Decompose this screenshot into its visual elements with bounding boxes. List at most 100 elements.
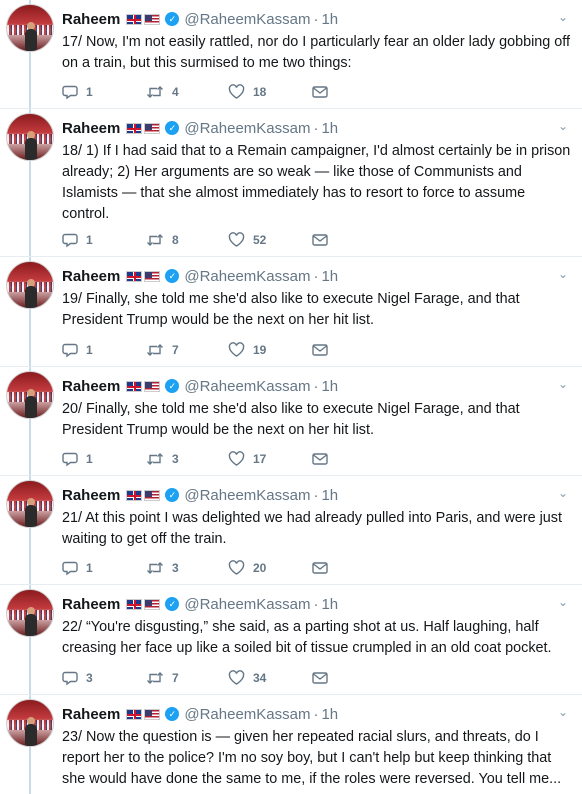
retweet-icon (147, 562, 163, 574)
direct-message-button[interactable] (312, 671, 332, 685)
like-count: 34 (253, 671, 267, 685)
tweet[interactable]: Raheem ✓ @RaheemKassam · 1h ⌄ 18/ 1) If … (0, 109, 582, 257)
separator-dot: · (313, 267, 319, 285)
tweet-timestamp[interactable]: 1h (321, 120, 338, 137)
retweet-icon (147, 234, 163, 246)
tweet-timestamp[interactable]: 1h (321, 487, 338, 504)
avatar[interactable] (6, 480, 54, 528)
retweet-icon (147, 453, 163, 465)
tweet-timestamp[interactable]: 1h (321, 378, 338, 395)
retweet-button[interactable]: 4 (146, 84, 228, 100)
reply-button[interactable]: 1 (62, 342, 146, 358)
author-handle[interactable]: @RaheemKassam (184, 120, 310, 137)
heart-icon (228, 670, 245, 685)
chevron-down-icon[interactable]: ⌄ (556, 486, 570, 500)
chevron-down-icon[interactable]: ⌄ (556, 267, 570, 281)
reply-button[interactable]: 1 (62, 451, 146, 467)
tweet-actions: 1 3 17 (62, 450, 332, 468)
tweet-timestamp[interactable]: 1h (321, 706, 338, 723)
retweet-count: 8 (172, 233, 179, 247)
author-handle[interactable]: @RaheemKassam (184, 378, 310, 395)
tweet[interactable]: Raheem ✓ @RaheemKassam · 1h ⌄ 17/ Now, I… (0, 0, 582, 109)
author-handle[interactable]: @RaheemKassam (184, 268, 310, 285)
reply-count: 1 (86, 233, 93, 247)
speech-bubble-icon (62, 452, 78, 467)
tweet[interactable]: Raheem ✓ @RaheemKassam · 1h ⌄ 19/ Finall… (0, 257, 582, 367)
retweet-icon (147, 86, 163, 98)
us-flag-icon (144, 380, 161, 392)
tweet[interactable]: Raheem ✓ @RaheemKassam · 1h ⌄ 22/ “You'r… (0, 585, 582, 695)
chevron-down-icon[interactable]: ⌄ (556, 119, 570, 133)
like-count: 18 (253, 85, 267, 99)
chevron-down-icon[interactable]: ⌄ (556, 705, 570, 719)
author-handle[interactable]: @RaheemKassam (184, 706, 310, 723)
direct-message-button[interactable] (312, 452, 332, 466)
tweet-timestamp[interactable]: 1h (321, 11, 338, 28)
avatar[interactable] (6, 589, 54, 637)
tweet-timestamp[interactable]: 1h (321, 268, 338, 285)
reply-button[interactable]: 1 (62, 232, 146, 248)
chevron-down-icon[interactable]: ⌄ (556, 10, 570, 24)
tweet-header: Raheem ✓ @RaheemKassam · 1h (62, 486, 338, 504)
author-name[interactable]: Raheem (62, 11, 120, 28)
retweet-button[interactable]: 8 (146, 232, 228, 248)
envelope-icon (312, 344, 328, 356)
avatar[interactable] (6, 261, 54, 309)
tweet[interactable]: Raheem ✓ @RaheemKassam · 1h ⌄ 20/ Finall… (0, 367, 582, 476)
like-count: 20 (253, 561, 267, 575)
like-button[interactable]: 17 (228, 451, 312, 467)
reply-button[interactable]: 3 (62, 670, 146, 686)
author-name[interactable]: Raheem (62, 487, 120, 504)
retweet-button[interactable]: 3 (146, 560, 228, 576)
verified-badge-icon: ✓ (165, 379, 180, 393)
direct-message-button[interactable] (312, 343, 332, 357)
author-name[interactable]: Raheem (62, 268, 120, 285)
avatar[interactable] (6, 371, 54, 419)
us-flag-icon (144, 489, 161, 501)
uk-flag-icon (126, 380, 143, 392)
author-name[interactable]: Raheem (62, 596, 120, 613)
like-button[interactable]: 52 (228, 232, 312, 248)
tweet-actions: 3 7 34 (62, 669, 332, 687)
like-button[interactable]: 34 (228, 670, 312, 686)
author-name[interactable]: Raheem (62, 120, 120, 137)
retweet-count: 4 (172, 85, 179, 99)
retweet-button[interactable]: 3 (146, 451, 228, 467)
like-button[interactable]: 20 (228, 560, 312, 576)
separator-dot: · (313, 119, 319, 137)
tweet-header: Raheem ✓ @RaheemKassam · 1h (62, 595, 338, 613)
speech-bubble-icon (62, 343, 78, 358)
like-button[interactable]: 18 (228, 84, 312, 100)
us-flag-icon (144, 13, 161, 25)
author-handle[interactable]: @RaheemKassam (184, 487, 310, 504)
like-button[interactable]: 19 (228, 342, 312, 358)
tweet[interactable]: Raheem ✓ @RaheemKassam · 1h ⌄ 21/ At thi… (0, 476, 582, 585)
avatar[interactable] (6, 4, 54, 52)
author-name[interactable]: Raheem (62, 706, 120, 723)
tweet-timestamp[interactable]: 1h (321, 596, 338, 613)
author-handle[interactable]: @RaheemKassam (184, 11, 310, 28)
direct-message-button[interactable] (312, 85, 332, 99)
direct-message-button[interactable] (312, 233, 332, 247)
uk-flag-icon (126, 13, 143, 25)
tweet[interactable]: Raheem ✓ @RaheemKassam · 1h ⌄ 23/ Now th… (0, 695, 582, 794)
author-name[interactable]: Raheem (62, 378, 120, 395)
retweet-count: 7 (172, 671, 179, 685)
heart-icon (228, 232, 245, 247)
reply-button[interactable]: 1 (62, 560, 146, 576)
separator-dot: · (313, 486, 319, 504)
retweet-button[interactable]: 7 (146, 670, 228, 686)
envelope-icon (312, 672, 328, 684)
author-handle[interactable]: @RaheemKassam (184, 596, 310, 613)
avatar[interactable] (6, 113, 54, 161)
retweet-button[interactable]: 7 (146, 342, 228, 358)
uk-flag-icon (126, 270, 143, 282)
chevron-down-icon[interactable]: ⌄ (556, 377, 570, 391)
reply-button[interactable]: 1 (62, 84, 146, 100)
retweet-icon (147, 344, 163, 356)
tweet-text: 21/ At this point I was delighted we had… (62, 510, 562, 547)
heart-icon (228, 451, 245, 466)
avatar[interactable] (6, 699, 54, 747)
direct-message-button[interactable] (312, 561, 332, 575)
chevron-down-icon[interactable]: ⌄ (556, 595, 570, 609)
